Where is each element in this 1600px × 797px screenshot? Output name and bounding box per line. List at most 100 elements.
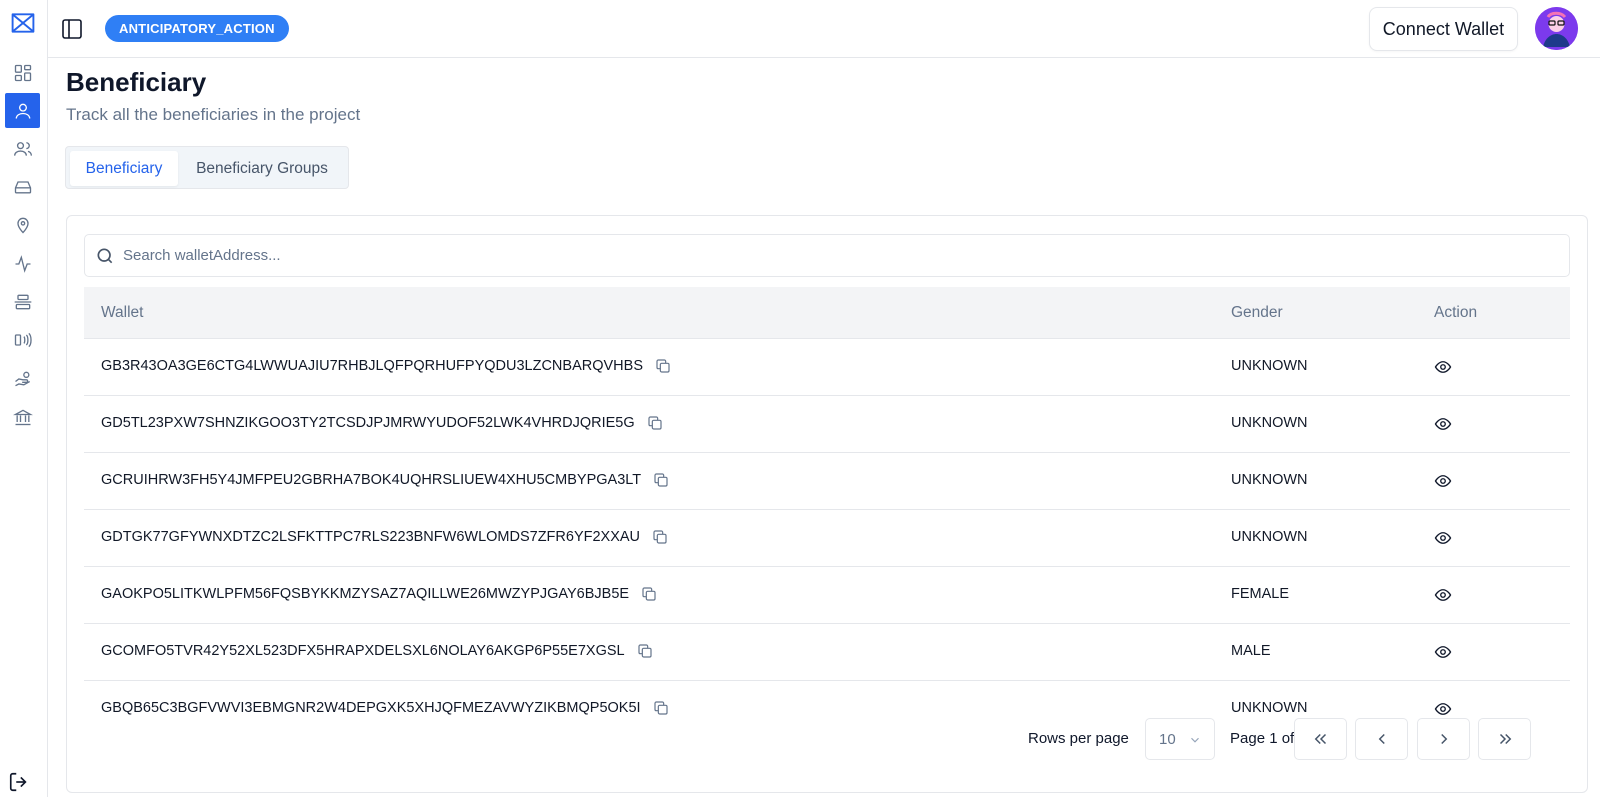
- sidebar-item-hand-coins[interactable]: [5, 361, 40, 396]
- sidebar-item-activity[interactable]: [5, 246, 40, 281]
- view-eye-icon[interactable]: [1434, 529, 1452, 547]
- sidebar-item-dashboard[interactable]: [5, 55, 40, 90]
- table-row[interactable]: GD5TL23PXW7SHNZIKGOO3TY2TCSDJPJMRWYUDOF5…: [84, 396, 1570, 453]
- view-eye-icon[interactable]: [1434, 700, 1452, 718]
- view-eye-icon[interactable]: [1434, 643, 1452, 661]
- copy-icon[interactable]: [655, 358, 671, 374]
- wallet-cell: GDTGK77GFYWNXDTZC2LSFKTTPC7RLS223BNFW6WL…: [101, 529, 668, 545]
- last-page-button[interactable]: [1478, 718, 1531, 760]
- copy-icon[interactable]: [647, 415, 663, 431]
- table-row[interactable]: GDTGK77GFYWNXDTZC2LSFKTTPC7RLS223BNFW6WL…: [84, 510, 1570, 567]
- page-title: Beneficiary: [66, 67, 207, 97]
- sidebar-item-align[interactable]: [5, 284, 40, 319]
- wallet-address: GCOMFO5TVR42Y52XL523DFX5HRAPXDELSXL6NOLA…: [101, 643, 625, 659]
- sidebar-item-beneficiary[interactable]: [5, 93, 40, 128]
- search-input[interactable]: [123, 247, 1523, 264]
- chevrons-right-icon: [1499, 733, 1511, 745]
- wallet-cell: GB3R43OA3GE6CTG4LWWUAJIU7RHBJLQFPQRHUFPY…: [101, 358, 671, 374]
- wallet-address: GCRUIHRW3FH5Y4JMFPEU2GBRHA7BOK4UQHRSLIUE…: [101, 472, 642, 488]
- logout-button[interactable]: [7, 770, 31, 794]
- search-box: [84, 234, 1570, 277]
- copy-icon[interactable]: [653, 472, 669, 488]
- table-row[interactable]: GAOKPO5LITKWLPFM56FQSBYKKMZYSAZ7AQILLWE2…: [84, 567, 1570, 624]
- column-header-action: Action: [1434, 304, 1478, 321]
- copy-icon[interactable]: [652, 529, 668, 545]
- gender-cell: UNKNOWN: [1231, 700, 1308, 716]
- tab-beneficiary[interactable]: Beneficiary: [70, 151, 178, 186]
- panel-left-icon: [62, 19, 82, 39]
- previous-page-button[interactable]: [1355, 718, 1408, 760]
- groups-icon: [13, 141, 32, 156]
- column-header-wallet[interactable]: Wallet: [101, 304, 144, 322]
- tab-list: Beneficiary Beneficiary Groups: [65, 146, 349, 189]
- copy-icon[interactable]: [653, 700, 669, 716]
- view-eye-icon[interactable]: [1434, 415, 1452, 433]
- gender-cell: UNKNOWN: [1231, 472, 1308, 488]
- wallet-cell: GBQB65C3BGFVWVI3EBMGNR2W4DEPGXK5XHJQFMEZ…: [101, 700, 669, 716]
- logo-icon: [11, 13, 35, 33]
- view-eye-icon[interactable]: [1434, 472, 1452, 490]
- gender-cell: MALE: [1231, 643, 1271, 659]
- align-center-icon: [14, 294, 31, 309]
- wallet-address: GB3R43OA3GE6CTG4LWWUAJIU7RHBJLQFPQRHUFPY…: [101, 358, 643, 374]
- top-bar: ANTICIPATORY_ACTION Connect Wallet: [48, 0, 1600, 58]
- table-row[interactable]: GB3R43OA3GE6CTG4LWWUAJIU7RHBJLQFPQRHUFPY…: [84, 339, 1570, 396]
- wallet-cell: GD5TL23PXW7SHNZIKGOO3TY2TCSDJPJMRWYUDOF5…: [101, 415, 663, 431]
- table-row[interactable]: GCOMFO5TVR42Y52XL523DFX5HRAPXDELSXL6NOLA…: [84, 624, 1570, 681]
- sidebar-item-broadcast[interactable]: [5, 322, 40, 357]
- first-page-button[interactable]: [1294, 718, 1347, 760]
- chevrons-left-icon: [1314, 733, 1326, 745]
- dashboard-icon: [14, 64, 31, 81]
- connect-wallet-button[interactable]: Connect Wallet: [1369, 7, 1518, 51]
- location-pin-icon: [16, 217, 29, 233]
- sidebar-item-inbox[interactable]: [5, 169, 40, 204]
- wallet-cell: GCOMFO5TVR42Y52XL523DFX5HRAPXDELSXL6NOLA…: [101, 643, 653, 659]
- beneficiary-table-card: Wallet Gender Action GB3R43OA3GE6CTG4LWW…: [66, 215, 1588, 793]
- wallet-address: GD5TL23PXW7SHNZIKGOO3TY2TCSDJPJMRWYUDOF5…: [101, 415, 635, 431]
- sidebar-toggle-button[interactable]: [60, 17, 84, 41]
- sidebar-item-bank[interactable]: [5, 399, 40, 434]
- project-badge[interactable]: ANTICIPATORY_ACTION: [105, 15, 289, 42]
- wallet-cell: GCRUIHRW3FH5Y4JMFPEU2GBRHA7BOK4UQHRSLIUE…: [101, 472, 669, 488]
- app-logo[interactable]: [8, 8, 38, 38]
- view-eye-icon[interactable]: [1434, 586, 1452, 604]
- hand-coins-icon: [14, 371, 30, 386]
- table-row[interactable]: GCRUIHRW3FH5Y4JMFPEU2GBRHA7BOK4UQHRSLIUE…: [84, 453, 1570, 510]
- rows-per-page-label: Rows per page: [1028, 730, 1129, 747]
- page-subtitle: Track all the beneficiaries in the proje…: [66, 105, 361, 124]
- sidebar-item-location[interactable]: [5, 207, 40, 242]
- table-row[interactable]: GBQB65C3BGFVWVI3EBMGNR2W4DEPGXK5XHJQFMEZ…: [84, 681, 1570, 721]
- tab-beneficiary-groups[interactable]: Beneficiary Groups: [182, 151, 342, 186]
- search-icon: [97, 248, 113, 263]
- table-header: Wallet Gender Action: [84, 287, 1570, 339]
- gender-cell: FEMALE: [1231, 586, 1290, 602]
- copy-icon[interactable]: [637, 643, 653, 659]
- activity-icon: [15, 254, 30, 273]
- wallet-cell: GAOKPO5LITKWLPFM56FQSBYKKMZYSAZ7AQILLWE2…: [101, 586, 657, 602]
- rows-per-page-select[interactable]: 10: [1145, 718, 1215, 760]
- inbox-icon: [14, 180, 31, 193]
- rows-per-page-value: 10: [1159, 730, 1176, 748]
- sidebar-item-groups[interactable]: [5, 131, 40, 166]
- sidebar: [0, 0, 48, 797]
- copy-icon[interactable]: [641, 586, 657, 602]
- avatar[interactable]: [1535, 7, 1578, 50]
- table-body: GB3R43OA3GE6CTG4LWWUAJIU7RHBJLQFPQRHUFPY…: [84, 339, 1570, 721]
- next-page-button[interactable]: [1417, 718, 1470, 760]
- pagination: Rows per page 10 Page 1 of 1: [67, 718, 1589, 760]
- beneficiary-icon: [15, 103, 30, 119]
- logout-icon: [9, 772, 27, 792]
- gender-cell: UNKNOWN: [1231, 529, 1308, 545]
- column-header-gender[interactable]: Gender: [1231, 304, 1283, 322]
- gender-cell: UNKNOWN: [1231, 415, 1308, 431]
- view-eye-icon[interactable]: [1434, 358, 1452, 376]
- chevron-down-icon: [1191, 737, 1199, 743]
- chevron-right-icon: [1440, 733, 1447, 745]
- bank-icon: [12, 409, 33, 425]
- chevron-left-icon: [1378, 733, 1385, 745]
- wallet-address: GDTGK77GFYWNXDTZC2LSFKTTPC7RLS223BNFW6WL…: [101, 529, 641, 545]
- avatar-image: [1535, 7, 1578, 50]
- gender-cell: UNKNOWN: [1231, 358, 1308, 374]
- wallet-address: GBQB65C3BGFVWVI3EBMGNR2W4DEPGXK5XHJQFMEZ…: [101, 700, 641, 716]
- wallet-address: GAOKPO5LITKWLPFM56FQSBYKKMZYSAZ7AQILLWE2…: [101, 586, 630, 602]
